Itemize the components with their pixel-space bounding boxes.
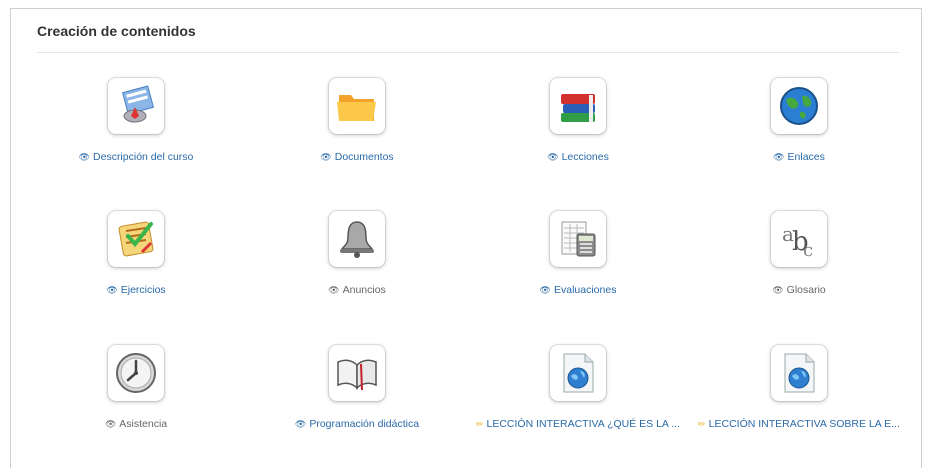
tool-label[interactable]: 👁 Ejercicios: [106, 284, 165, 296]
open-book-icon[interactable]: [329, 345, 385, 401]
tool-interactive-lesson-1[interactable]: ✏ LECCIÓN INTERACTIVA ¿QUÉ ES LA ...: [468, 345, 688, 432]
pencil-icon: ✏: [475, 418, 484, 429]
abc-icon[interactable]: a b c: [771, 211, 827, 267]
tool-links[interactable]: 👁 Enlaces: [689, 78, 909, 165]
checklist-icon[interactable]: [108, 211, 164, 267]
visible-eye-icon: 👁: [294, 418, 307, 429]
tool-attendance[interactable]: 👁 Asistencia: [26, 345, 246, 432]
pencil-icon: ✏: [698, 418, 706, 429]
tool-label[interactable]: 👁 Anuncios: [328, 284, 386, 296]
tool-documents[interactable]: 👁 Documentos: [247, 78, 467, 165]
visible-eye-icon: 👁: [773, 151, 785, 162]
tool-exercises[interactable]: 👁 Ejercicios: [26, 211, 246, 298]
tool-evaluations[interactable]: 👁 Evaluaciones: [468, 211, 688, 298]
svg-text:c: c: [803, 240, 813, 261]
tool-label[interactable]: 👁 Asistencia: [105, 418, 167, 430]
tool-announcements[interactable]: 👁 Anuncios: [247, 211, 467, 298]
visible-eye-icon: 👁: [320, 151, 332, 162]
tool-interactive-lesson-2[interactable]: ✏ LECCIÓN INTERACTIVA SOBRE LA E...: [689, 345, 909, 432]
tool-lessons[interactable]: 👁 Lecciones: [468, 78, 688, 165]
tool-label[interactable]: ✏ LECCIÓN INTERACTIVA SOBRE LA E...: [698, 418, 900, 430]
tool-label[interactable]: 👁 Descripción del curso: [79, 151, 194, 163]
tool-glossary[interactable]: a b c 👁 Glosario: [689, 211, 909, 298]
tool-label[interactable]: 👁 Evaluaciones: [540, 284, 617, 296]
hidden-eye-icon: 👁: [772, 284, 784, 295]
hidden-eye-icon: 👁: [104, 418, 117, 429]
tool-label[interactable]: ✏ LECCIÓN INTERACTIVA ¿QUÉ ES LA ...: [476, 418, 680, 430]
tool-label[interactable]: 👁 Programación didáctica: [295, 418, 419, 430]
course-description-icon[interactable]: [108, 78, 164, 134]
hidden-eye-icon: 👁: [328, 284, 340, 295]
visible-eye-icon: 👁: [78, 151, 91, 162]
globe-icon[interactable]: [771, 78, 827, 134]
tool-label[interactable]: 👁 Glosario: [772, 284, 826, 296]
visible-eye-icon: 👁: [106, 284, 118, 295]
web-document-icon[interactable]: [550, 345, 606, 401]
content-creation-panel: Creación de contenidos 👁 Descripción del …: [10, 8, 922, 468]
tool-label[interactable]: 👁 Lecciones: [547, 151, 609, 163]
web-document-icon[interactable]: [771, 345, 827, 401]
clock-icon[interactable]: [108, 345, 164, 401]
bell-icon[interactable]: [329, 211, 385, 267]
tool-course-description[interactable]: 👁 Descripción del curso: [26, 78, 246, 165]
books-icon[interactable]: [550, 78, 606, 134]
tool-label[interactable]: 👁 Enlaces: [773, 151, 825, 163]
visible-eye-icon: 👁: [547, 151, 559, 162]
section-divider: [37, 52, 899, 53]
spreadsheet-calculator-icon[interactable]: [550, 211, 606, 267]
folder-icon[interactable]: [329, 78, 385, 134]
tool-didactic-programming[interactable]: 👁 Programación didáctica: [247, 345, 467, 432]
section-title: Creación de contenidos: [37, 23, 196, 39]
tool-label[interactable]: 👁 Documentos: [320, 151, 393, 163]
visible-eye-icon: 👁: [539, 284, 551, 295]
